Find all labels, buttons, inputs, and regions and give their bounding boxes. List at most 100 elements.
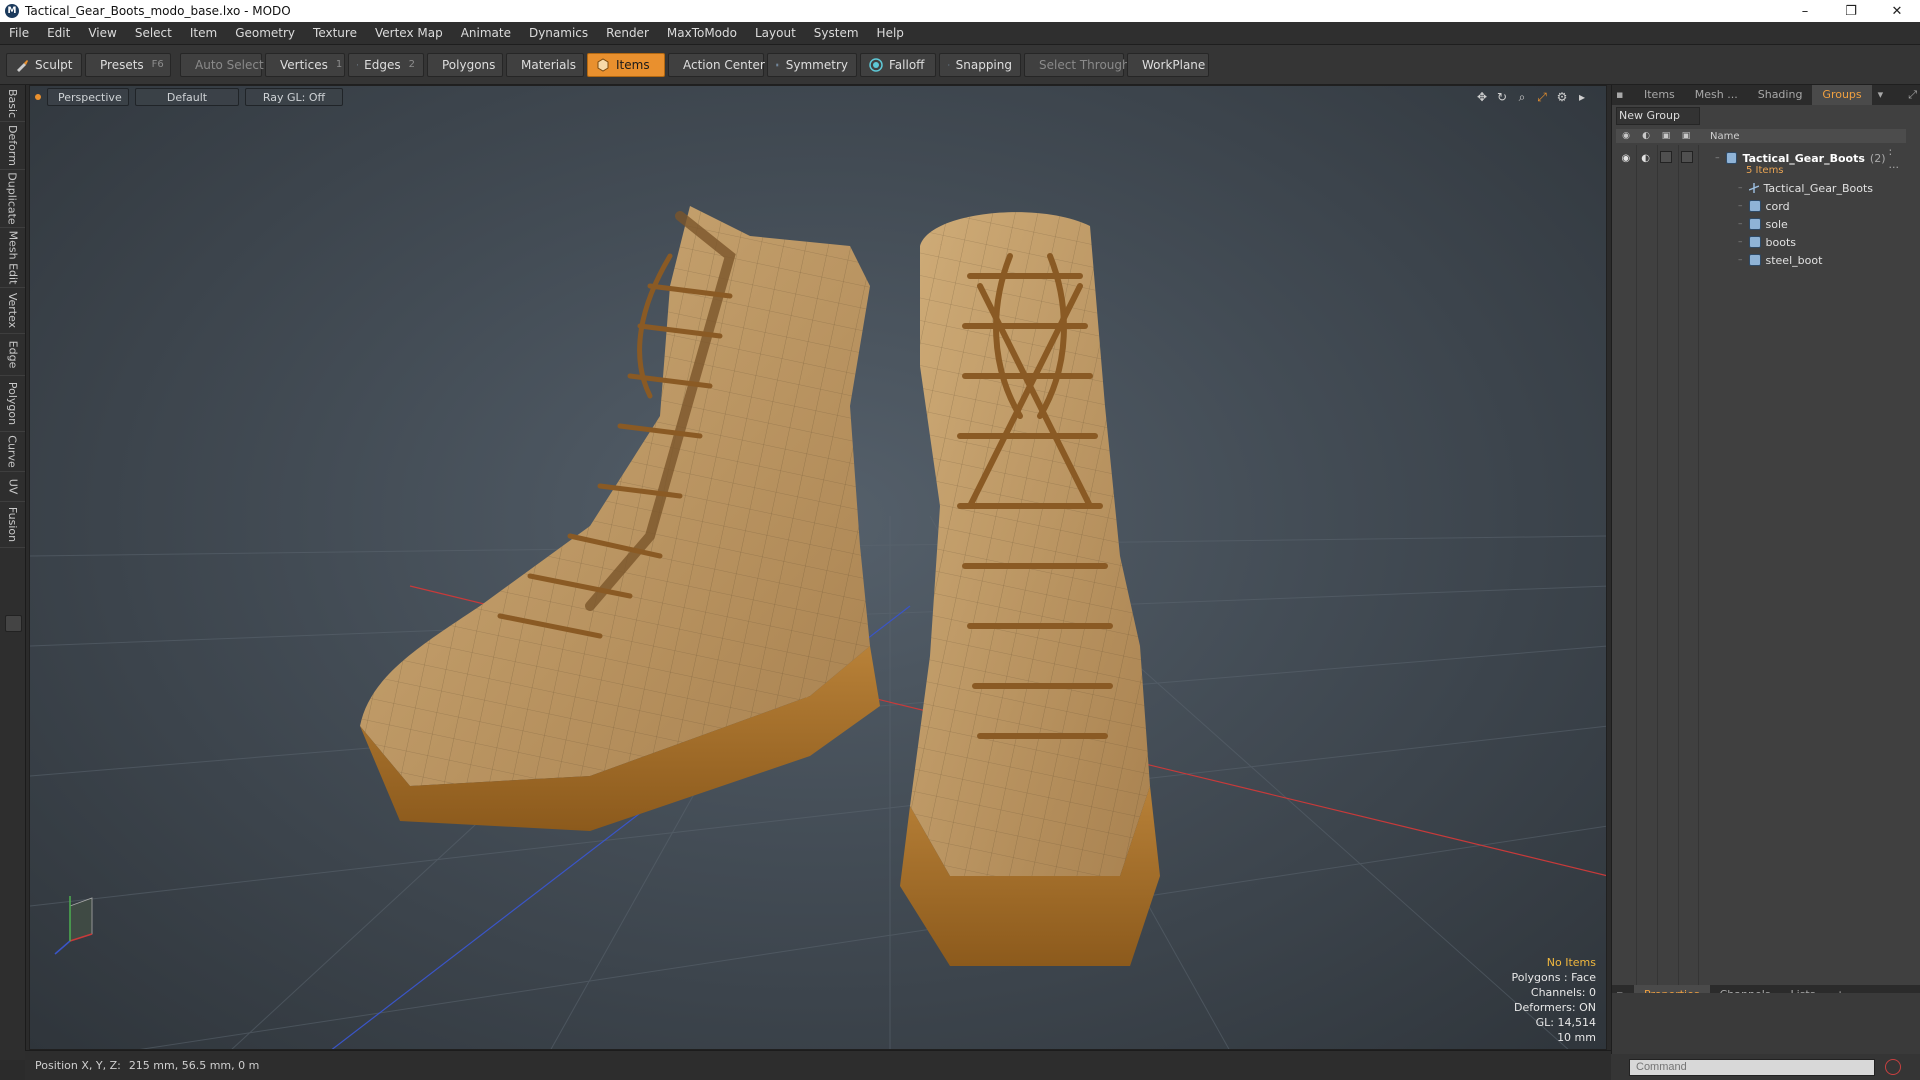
vertices-label: Vertices bbox=[280, 57, 328, 72]
falloff-button[interactable]: Falloff bbox=[860, 52, 936, 77]
tab-groups[interactable]: Groups bbox=[1812, 85, 1872, 105]
tab-polygon[interactable]: Polygon bbox=[0, 375, 25, 432]
tab-vertex[interactable]: Vertex bbox=[0, 287, 25, 334]
menu-geometry[interactable]: Geometry bbox=[226, 22, 304, 44]
tab-duplicate[interactable]: Duplicate bbox=[0, 169, 25, 228]
lock-checkbox[interactable] bbox=[1659, 150, 1672, 163]
tab-edge[interactable]: Edge bbox=[0, 333, 25, 376]
visibility-columns bbox=[1616, 145, 1699, 985]
menu-view[interactable]: View bbox=[79, 22, 125, 44]
lock-column-icon[interactable]: ▣ bbox=[1656, 131, 1676, 141]
raygl-toggle[interactable]: Ray GL: Off bbox=[245, 88, 343, 106]
sculpt-button[interactable]: Sculpt bbox=[6, 52, 82, 77]
pan-icon[interactable]: ✥ bbox=[1474, 89, 1490, 105]
symmetry-button[interactable]: Symmetry bbox=[767, 52, 857, 77]
menu-animate[interactable]: Animate bbox=[452, 22, 520, 44]
menu-select[interactable]: Select bbox=[126, 22, 181, 44]
gear-icon[interactable]: ⚙ bbox=[1554, 89, 1570, 105]
workplane-button[interactable]: WorkPlane bbox=[1127, 52, 1209, 77]
snapping-button[interactable]: Snapping bbox=[939, 52, 1021, 77]
fit-view-icon[interactable]: ⤢ bbox=[1534, 89, 1550, 105]
channels-info: Channels: 0 bbox=[1530, 986, 1596, 999]
menu-vertex-map[interactable]: Vertex Map bbox=[366, 22, 452, 44]
menu-file[interactable]: File bbox=[0, 22, 38, 44]
minimize-button[interactable]: – bbox=[1782, 0, 1828, 22]
close-button[interactable]: ✕ bbox=[1874, 0, 1920, 22]
modo-logo-icon: M bbox=[5, 4, 19, 18]
new-group-button[interactable]: New Group bbox=[1616, 107, 1700, 125]
edges-icon bbox=[357, 64, 358, 65]
menu-item[interactable]: Item bbox=[181, 22, 226, 44]
tree-item-label: Tactical_Gear_Boots bbox=[1763, 181, 1874, 195]
tab-uv[interactable]: UV bbox=[0, 471, 25, 502]
tab-basic[interactable]: Basic bbox=[0, 85, 25, 122]
restore-button[interactable]: ❐ bbox=[1828, 0, 1874, 22]
menu-dynamics[interactable]: Dynamics bbox=[520, 22, 597, 44]
tab-deform[interactable]: Deform bbox=[0, 121, 25, 170]
expand-arrow-icon[interactable]: ▸ bbox=[1574, 89, 1590, 105]
panel-menu-icon[interactable]: ▪ bbox=[1612, 85, 1634, 105]
zoom-icon[interactable]: ⌕ bbox=[1514, 89, 1530, 105]
toolbox-toggle-button[interactable] bbox=[5, 615, 22, 632]
symmetry-label: Symmetry bbox=[785, 57, 848, 72]
tab-items[interactable]: Items bbox=[1634, 85, 1685, 105]
locator-icon bbox=[1748, 183, 1759, 193]
tab-dropdown-icon[interactable]: ▾ bbox=[1872, 85, 1890, 105]
tree-item[interactable]: – boots bbox=[1738, 233, 1906, 251]
materials-button[interactable]: Materials bbox=[506, 52, 584, 77]
shading-dropdown[interactable]: Default bbox=[135, 88, 239, 106]
menu-maxtomodo[interactable]: MaxToModo bbox=[658, 22, 746, 44]
presets-label: Presets bbox=[100, 57, 144, 72]
status-bar: Position X, Y, Z: 215 mm, 56.5 mm, 0 m bbox=[25, 1050, 1611, 1080]
action-center-button[interactable]: Action Center bbox=[668, 52, 765, 77]
tree-item[interactable]: – sole bbox=[1738, 215, 1906, 233]
snapping-icon bbox=[948, 63, 950, 66]
menu-layout[interactable]: Layout bbox=[746, 22, 805, 44]
select-through-button[interactable]: Select Through bbox=[1024, 52, 1130, 77]
eye-icon[interactable]: ◉ bbox=[1616, 153, 1636, 164]
auto-select-button[interactable]: Auto Select bbox=[180, 52, 264, 77]
materials-label: Materials bbox=[521, 57, 577, 72]
command-bar bbox=[1611, 1054, 1920, 1080]
properties-panel bbox=[1612, 993, 1920, 1060]
3d-viewport[interactable]: Perspective Default Ray GL: Off ✥ ↻ ⌕ ⤢ … bbox=[29, 85, 1607, 1050]
command-input[interactable] bbox=[1629, 1058, 1875, 1076]
vertices-button[interactable]: Vertices 1 bbox=[265, 52, 345, 77]
edges-button[interactable]: Edges 2 bbox=[348, 52, 424, 77]
tab-mesh[interactable]: Mesh ... bbox=[1685, 85, 1748, 105]
tree-item-label: cord bbox=[1765, 199, 1790, 213]
visibility-column-icon[interactable]: ◉ bbox=[1616, 131, 1636, 141]
menu-help[interactable]: Help bbox=[868, 22, 913, 44]
panel-expand-icon[interactable]: ⤢ bbox=[1904, 85, 1920, 105]
select-column-icon[interactable]: ▣ bbox=[1676, 131, 1696, 141]
rotate-icon[interactable]: ↻ bbox=[1494, 89, 1510, 105]
menu-render[interactable]: Render bbox=[597, 22, 658, 44]
collapse-icon[interactable]: – bbox=[1715, 153, 1720, 163]
menu-texture[interactable]: Texture bbox=[304, 22, 366, 44]
tree-item[interactable]: – cord bbox=[1738, 197, 1906, 215]
tree-item-label: boots bbox=[1765, 235, 1797, 249]
menu-system[interactable]: System bbox=[805, 22, 868, 44]
tab-fusion[interactable]: Fusion bbox=[0, 501, 25, 548]
tree-item[interactable]: – steel_boot bbox=[1738, 251, 1906, 269]
edges-shortcut: 2 bbox=[408, 59, 415, 70]
view-type-dropdown[interactable]: Perspective bbox=[47, 88, 129, 106]
edges-label: Edges bbox=[364, 57, 401, 72]
name-column-header[interactable]: Name bbox=[1710, 131, 1740, 142]
render-toggle-icon[interactable]: ◐ bbox=[1636, 153, 1656, 164]
select-checkbox[interactable] bbox=[1680, 150, 1693, 163]
grid-scale-info: 10 mm bbox=[1557, 1031, 1596, 1044]
tab-shading[interactable]: Shading bbox=[1748, 85, 1813, 105]
tab-mesh-edit[interactable]: Mesh Edit bbox=[0, 227, 25, 288]
items-mode-button[interactable]: Items bbox=[587, 52, 665, 77]
tab-curve[interactable]: Curve bbox=[0, 431, 25, 472]
render-column-icon[interactable]: ◐ bbox=[1636, 131, 1656, 141]
polygons-info: Polygons : Face bbox=[1511, 971, 1596, 984]
command-history-button[interactable] bbox=[1885, 1059, 1901, 1075]
polygons-label: Polygons bbox=[442, 57, 496, 72]
tree-item[interactable]: – Tactical_Gear_Boots bbox=[1738, 179, 1906, 197]
presets-button[interactable]: Presets F6 bbox=[85, 52, 171, 77]
menu-edit[interactable]: Edit bbox=[38, 22, 79, 44]
left-tool-tabs: Basic Deform Duplicate Mesh Edit Vertex … bbox=[0, 85, 26, 1060]
polygons-button[interactable]: Polygons bbox=[427, 52, 503, 77]
